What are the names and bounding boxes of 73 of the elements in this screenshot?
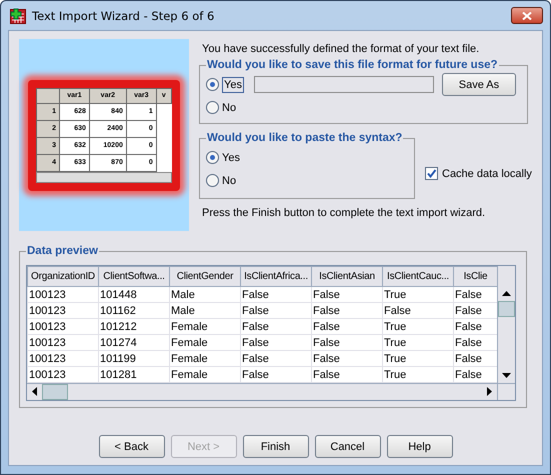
table-cell: 101274 [98,334,170,350]
radio-option[interactable]: Yes [206,73,244,96]
table-cell: False [382,302,454,318]
table-cell: Female [170,366,240,382]
column-header[interactable]: ClientSoftwa... [98,266,170,286]
wizard-button[interactable]: < Back [98,435,164,458]
column-header[interactable]: IsClientCauc... [382,266,454,286]
window-title: Text Import Wizard - Step 6 of 6 [32,8,214,22]
table-cell: True [382,350,454,366]
table-cell: False [312,350,382,366]
cache-checkbox[interactable]: Cache data locally [425,167,532,180]
table-cell: False [312,334,382,350]
table-cell: False [312,366,382,382]
scrollbar-thumb[interactable] [498,301,515,317]
right-arrow-icon[interactable] [487,387,492,396]
column-header[interactable]: IsClientAsian [312,266,382,286]
table-cell: Female [170,318,240,334]
wizard-button[interactable]: Help [386,435,452,458]
radio-option[interactable]: No [206,169,406,192]
table-cell: False [240,318,312,334]
scrollbar-thumb[interactable] [42,384,68,400]
table-cell: False [240,286,312,302]
table-cell: False [240,350,312,366]
close-icon [522,12,532,20]
table-cell: False [312,302,382,318]
table-cell: True [382,318,454,334]
column-header[interactable]: OrganizationID [28,266,98,286]
wizard-button[interactable]: Cancel [314,435,380,458]
save-as-button[interactable]: Save As [442,73,516,96]
table-cell: 100123 [28,302,98,318]
table-cell: 100123 [28,350,98,366]
radio-option[interactable]: Yes [206,146,406,169]
group-legend: Data preview [26,245,99,257]
table-cell: 100123 [28,366,98,382]
table-cell: 101199 [98,350,170,366]
radio-option[interactable]: No [206,96,519,119]
group-legend: Would you like to save this file format for future use? [206,59,499,71]
table-cell: 101212 [98,318,170,334]
table-cell: True [382,286,454,302]
vertical-scrollbar[interactable] [497,266,515,383]
table-cell: True [382,334,454,350]
table-cell: 100123 [28,286,98,302]
sample-column-header [36,88,60,103]
table-cell: Male [170,286,240,302]
table-cell: False [312,286,382,302]
up-arrow-icon[interactable] [502,291,511,296]
column-header[interactable]: IsClie [454,266,497,286]
checkmark-icon [426,168,437,179]
table-cell: 101281 [98,366,170,382]
group-legend: Would you like to paste the syntax? [206,132,404,144]
table-cell: False [240,366,312,382]
column-header[interactable]: IsClientAfrica... [240,266,312,286]
table-cell: Female [170,334,240,350]
table-cell: False [312,318,382,334]
table-cell: 100123 [28,334,98,350]
table-cell: 100123 [28,318,98,334]
path-field[interactable] [254,76,434,93]
table-cell: Female [170,350,240,366]
table-cell: True [382,366,454,382]
horizontal-scrollbar[interactable] [27,383,515,400]
table-cell: 101162 [98,302,170,318]
app-icon [10,8,26,24]
down-arrow-icon[interactable] [502,373,511,378]
table-cell: 101448 [98,286,170,302]
table-cell: False [240,334,312,350]
column-header[interactable]: ClientGender [170,266,240,286]
intro-text: You have successfully defined the format of your text file. [201,42,480,57]
left-arrow-icon[interactable] [32,387,37,396]
finish-note: Press the Finish button to complete the text import wizard. [201,206,486,221]
wizard-button[interactable]: Finish [242,435,308,458]
table-cell: False [240,302,312,318]
close-button[interactable] [511,7,543,24]
table-cell: Male [170,302,240,318]
